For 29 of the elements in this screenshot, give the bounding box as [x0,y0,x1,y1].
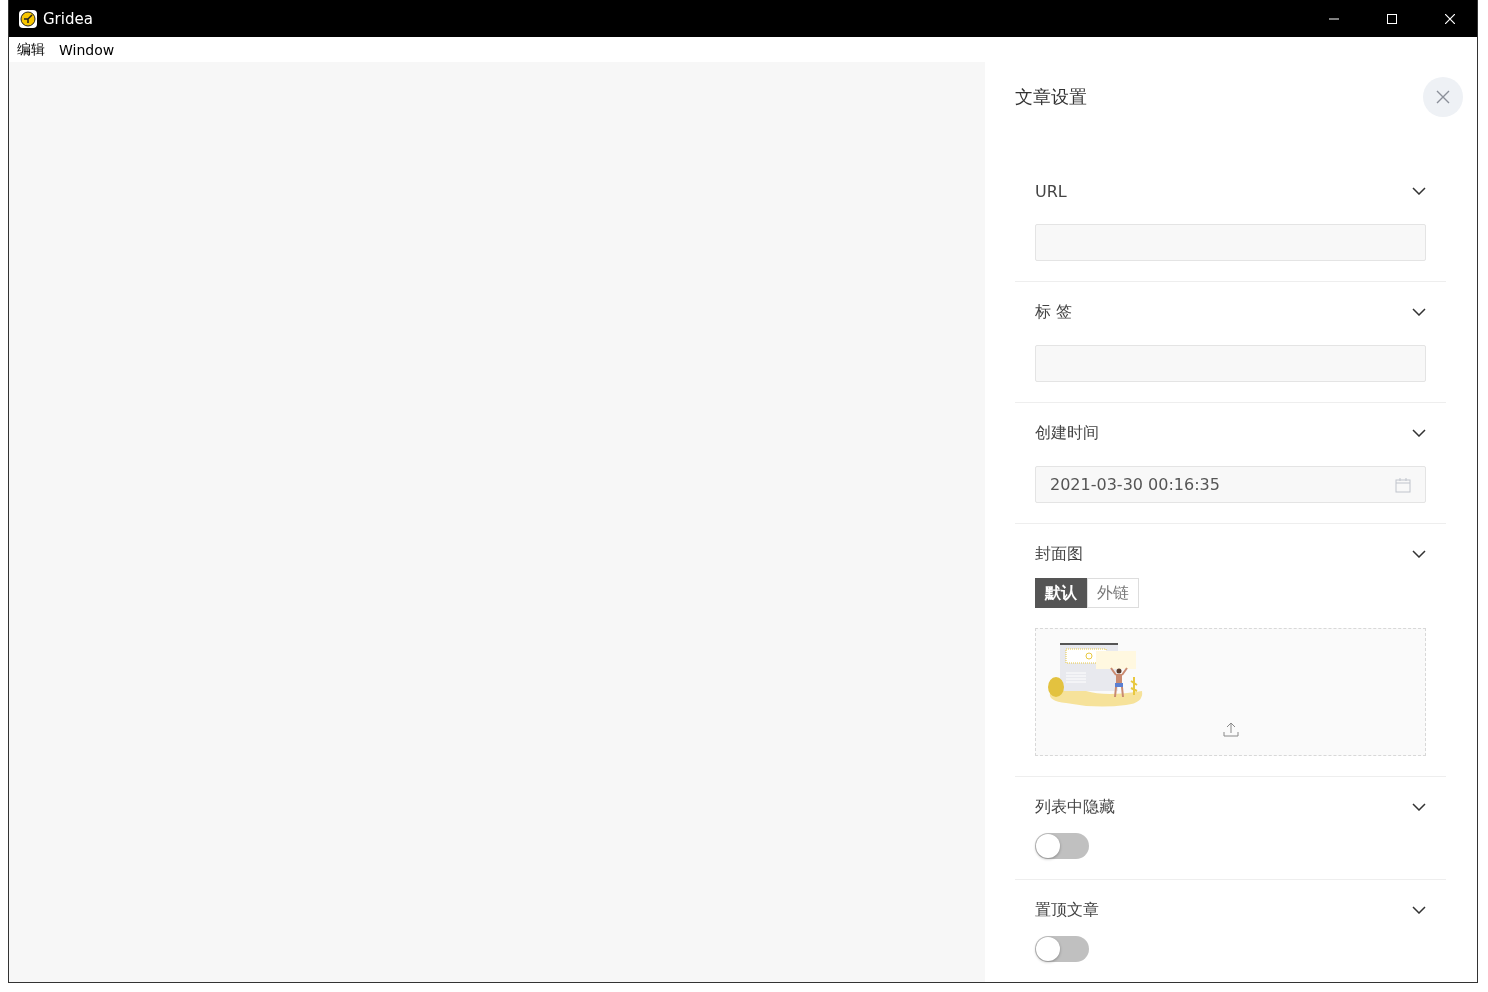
toggle-switch[interactable] [1035,936,1089,962]
text-field[interactable] [1035,224,1426,261]
calendar-icon [1395,476,1411,493]
cover-tab[interactable]: 外链 [1087,578,1139,608]
chevron-down-icon[interactable] [1412,429,1426,437]
app-logo-icon [19,9,37,28]
menu-item[interactable]: 编辑 [17,40,45,59]
maximize-icon[interactable] [1387,13,1397,24]
text-field[interactable] [1035,345,1426,382]
upload-icon [1223,721,1239,737]
menu-item[interactable]: Window [59,41,115,58]
section-label: URL [1035,181,1067,201]
window-title: Gridea [43,9,93,28]
toggle-switch[interactable] [1035,833,1089,859]
section-label: 封面图 [1035,543,1083,565]
panel-title: 文章设置 [1015,85,1087,109]
cover-tab[interactable]: 默认 [1035,578,1087,608]
section-label: 标 签 [1035,301,1073,323]
section-label: 创建时间 [1035,422,1099,444]
chevron-down-icon[interactable] [1412,308,1426,316]
chevron-down-icon[interactable] [1412,906,1426,914]
section-label: 列表中隐藏 [1035,796,1115,818]
section-label: 置顶文章 [1035,899,1099,921]
chevron-down-icon[interactable] [1412,187,1426,195]
close-icon [1436,90,1450,104]
chevron-down-icon[interactable] [1412,550,1426,558]
close-icon[interactable] [1445,13,1455,24]
date-field[interactable]: 2021-03-30 00:16:35 [1035,466,1426,503]
chevron-down-icon[interactable] [1412,803,1426,811]
